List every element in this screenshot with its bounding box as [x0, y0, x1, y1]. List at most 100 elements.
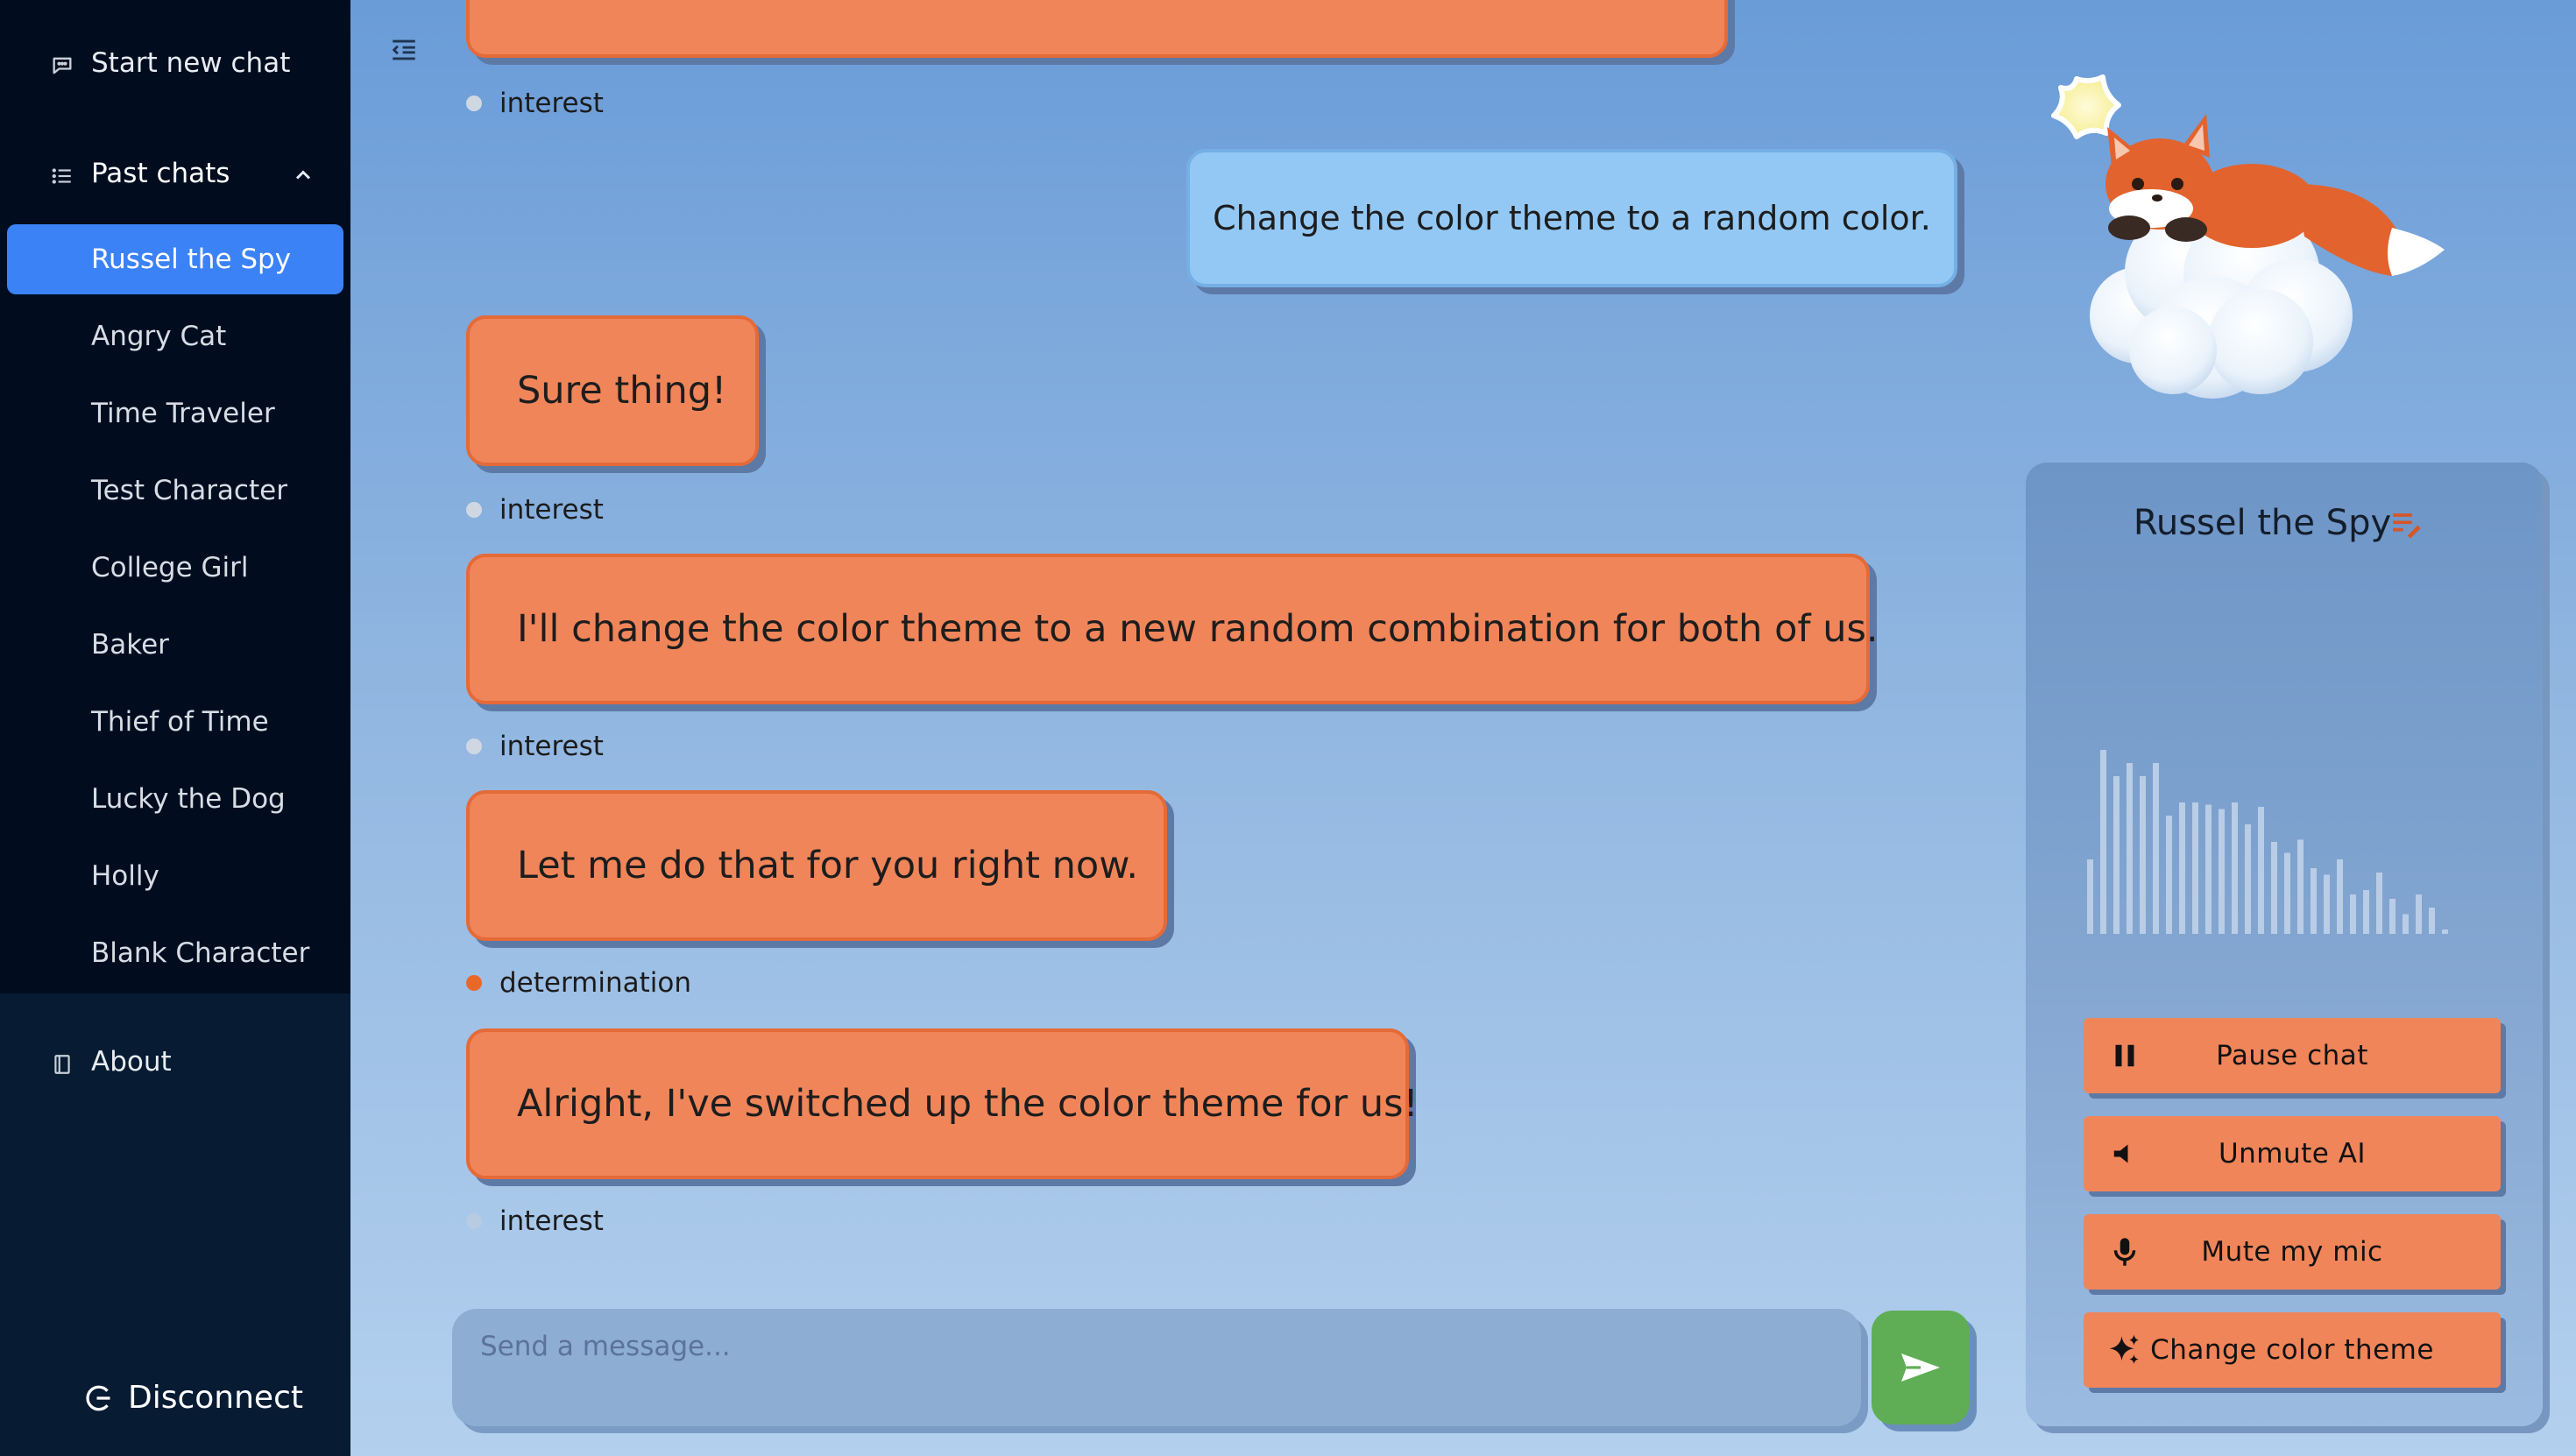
- audio-bar: [2337, 859, 2343, 934]
- speaker-icon: [2106, 1135, 2143, 1172]
- unmute-ai-label: Unmute AI: [2218, 1138, 2367, 1170]
- audio-bar: [2271, 842, 2277, 934]
- audio-bar: [2442, 929, 2448, 934]
- audio-bar: [2113, 776, 2120, 934]
- message-text: Alright, I've switched up the color them…: [517, 1082, 1419, 1126]
- audio-bar: [2429, 908, 2435, 934]
- audio-bar: [2350, 894, 2356, 934]
- audio-bar: [2166, 816, 2172, 934]
- past-chats-label: Past chats: [91, 158, 230, 189]
- assistant-message-bubble: Sure thing!: [466, 315, 759, 466]
- chevron-up-icon[interactable]: [291, 163, 317, 189]
- sidebar-item-thief-of-time[interactable]: Thief of Time: [91, 706, 269, 738]
- assistant-message-bubble: Let me do that for you right now.: [466, 790, 1167, 941]
- logout-icon: [82, 1382, 114, 1414]
- pause-chat-button[interactable]: Pause chat: [2084, 1018, 2501, 1093]
- sidebar-item-baker[interactable]: Baker: [91, 629, 169, 661]
- audio-bar: [2179, 802, 2185, 934]
- emotion-label: interest: [499, 1205, 604, 1237]
- emotion-tag: interest: [466, 731, 604, 762]
- message-text: Sure thing!: [517, 369, 727, 413]
- send-icon: [1900, 1350, 1942, 1385]
- audio-bar: [2087, 859, 2093, 934]
- fox-on-cloud-illustration: [2006, 53, 2515, 403]
- emotion-dot: [466, 975, 482, 991]
- audio-bar: [2232, 802, 2238, 934]
- pause-chat-label: Pause chat: [2216, 1040, 2368, 1071]
- emotion-dot: [466, 502, 482, 518]
- mute-mic-button[interactable]: Mute my mic: [2084, 1214, 2501, 1290]
- audio-bar: [2205, 804, 2212, 934]
- message-text: Change the color theme to a random color…: [1213, 199, 1931, 237]
- emotion-label: interest: [499, 88, 604, 119]
- disconnect-button[interactable]: Disconnect: [68, 1380, 303, 1416]
- sidebar-item-label: Russel the Spy: [91, 244, 292, 275]
- sidebar-item-blank-character[interactable]: Blank Character: [91, 937, 309, 969]
- character-panel: Russel the Spy Pause chat Unmute AI Mute…: [2026, 463, 2543, 1426]
- sidebar-item-time-traveler[interactable]: Time Traveler: [91, 398, 275, 429]
- pause-icon: [2106, 1037, 2143, 1074]
- audio-bar: [2284, 852, 2290, 934]
- audio-bar: [2127, 763, 2133, 934]
- audio-bar: [2376, 873, 2382, 934]
- list-icon: [49, 163, 75, 189]
- audio-bar: [2311, 868, 2317, 934]
- emotion-dot: [466, 95, 482, 111]
- message-input[interactable]: [478, 1326, 1796, 1367]
- emotion-label: interest: [499, 731, 604, 762]
- about-label: About: [91, 1046, 172, 1078]
- emotion-tag: interest: [466, 88, 604, 119]
- emotion-dot: [466, 1213, 482, 1229]
- sidebar: Start new chat Past chats Russel the Spy…: [0, 0, 350, 1456]
- audio-bar: [2100, 750, 2106, 934]
- sidebar-item-college-girl[interactable]: College Girl: [91, 552, 249, 583]
- mute-mic-label: Mute my mic: [2201, 1236, 2383, 1268]
- sidebar-item-holly[interactable]: Holly: [91, 860, 159, 892]
- start-new-chat-label: Start new chat: [91, 47, 291, 79]
- change-color-theme-label: Change color theme: [2150, 1334, 2434, 1366]
- send-button[interactable]: [1872, 1311, 1970, 1424]
- audio-bar: [2153, 763, 2159, 934]
- indent-icon[interactable]: [389, 35, 419, 65]
- sparkles-icon: [2106, 1332, 2143, 1368]
- audio-visualizer: [2087, 750, 2448, 934]
- audio-bar: [2192, 802, 2198, 934]
- audio-bar: [2258, 807, 2264, 934]
- emotion-dot: [466, 739, 482, 754]
- unmute-ai-button[interactable]: Unmute AI: [2084, 1116, 2501, 1191]
- assistant-message-bubble: Alright, I've switched up the color them…: [466, 1028, 1419, 1179]
- emotion-tag: interest: [466, 494, 604, 526]
- audio-bar: [2416, 894, 2422, 934]
- emotion-label: determination: [499, 967, 692, 999]
- sidebar-item-active[interactable]: Russel the Spy: [7, 224, 343, 294]
- audio-bar: [2389, 899, 2396, 934]
- audio-bar: [2140, 776, 2146, 934]
- about-link[interactable]: About: [0, 1043, 350, 1086]
- audio-bar: [2245, 824, 2251, 934]
- message-input-box: [452, 1309, 1861, 1426]
- audio-bar: [2219, 809, 2225, 934]
- edit-list-icon[interactable]: [2388, 506, 2424, 541]
- sidebar-item-test-character[interactable]: Test Character: [91, 475, 287, 506]
- emotion-tag: interest: [466, 1205, 604, 1237]
- user-message-bubble: Change the color theme to a random color…: [1186, 149, 1957, 287]
- book-icon: [49, 1051, 75, 1078]
- past-chats-toggle[interactable]: Past chats: [0, 154, 350, 198]
- change-color-theme-button[interactable]: Change color theme: [2084, 1312, 2501, 1388]
- microphone-icon: [2106, 1233, 2143, 1270]
- emotion-label: interest: [499, 494, 604, 526]
- emotion-tag: determination: [466, 967, 691, 999]
- message-text: I'll change the color theme to a new ran…: [517, 607, 1879, 651]
- audio-bar: [2363, 890, 2369, 934]
- sidebar-item-lucky-the-dog[interactable]: Lucky the Dog: [91, 783, 286, 815]
- start-new-chat-button[interactable]: Start new chat: [0, 44, 350, 88]
- disconnect-label: Disconnect: [128, 1380, 303, 1416]
- audio-bar: [2403, 914, 2409, 934]
- assistant-message-bubble: [466, 0, 1728, 58]
- chat-bubble-icon: [49, 53, 75, 79]
- audio-bar: [2324, 874, 2330, 934]
- message-text: Let me do that for you right now.: [517, 844, 1139, 887]
- character-name: Russel the Spy: [2133, 503, 2392, 543]
- sidebar-item-angry-cat[interactable]: Angry Cat: [91, 321, 226, 352]
- assistant-message-bubble: I'll change the color theme to a new ran…: [466, 554, 1879, 704]
